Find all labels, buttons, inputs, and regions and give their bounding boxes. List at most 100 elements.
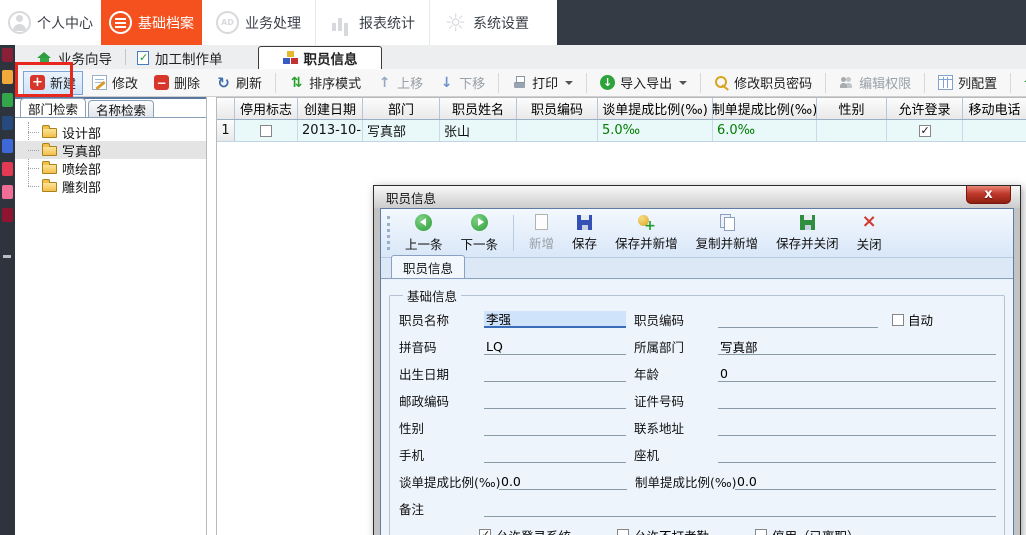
dock-icon-2[interactable] (2, 70, 13, 84)
save-and-close-button[interactable]: 保存并关闭 (767, 209, 848, 257)
close-button[interactable]: 关闭 (848, 209, 891, 257)
button-label: 下移 (459, 77, 486, 92)
tree-item-carve[interactable]: 雕刻部 (15, 177, 206, 196)
save-and-new-button[interactable]: 保存并新增 (606, 209, 687, 257)
remark-field[interactable] (484, 500, 996, 517)
printer-icon (512, 75, 527, 90)
edit-permissions-button[interactable]: 编辑权限 (832, 71, 918, 95)
age-field[interactable] (718, 365, 996, 382)
dock-icon-7[interactable] (2, 185, 13, 199)
pinyin-code-field[interactable] (484, 338, 626, 355)
add-new-button[interactable]: 新增 (520, 209, 563, 257)
department-field[interactable] (718, 338, 996, 355)
checkbox-label: 停用（已离职） (772, 526, 860, 535)
no-attendance-checkbox[interactable] (617, 529, 630, 535)
tab-employee-info-dialog[interactable]: 职员信息 (391, 255, 466, 278)
button-label: 保存 (572, 235, 598, 251)
arrow-right-circle-icon (470, 213, 488, 231)
new-button[interactable]: 新建 (23, 70, 84, 95)
tree-item-design[interactable]: 设计部 (15, 123, 206, 142)
talk-commission-field[interactable] (499, 473, 627, 490)
folder-icon (42, 179, 57, 192)
landline-field[interactable] (718, 446, 996, 463)
id-number-field[interactable] (718, 392, 996, 409)
dropdown-arrow-icon (565, 80, 574, 85)
dock-collapse-handle[interactable] (3, 255, 11, 258)
dock-icon-6[interactable] (2, 162, 13, 176)
change-password-button[interactable]: 修改职员密码 (707, 71, 819, 95)
move-down-button[interactable]: 下移 (432, 71, 492, 95)
tab-name-search[interactable]: 名称检索 (88, 100, 155, 118)
form-row: 拼音码 所属部门 (399, 333, 996, 360)
previous-record-button[interactable]: 上一条 (396, 209, 452, 257)
dock-icon-1[interactable] (2, 48, 13, 62)
employee-name-cell: 张山 (440, 120, 517, 141)
nav-item-personal[interactable]: 个人中心 (0, 0, 101, 45)
disabled-checkbox[interactable] (755, 529, 768, 535)
header-employee-name[interactable]: 职员姓名 (440, 98, 517, 119)
toolbar-separator (825, 72, 827, 93)
gender-field[interactable] (484, 419, 626, 436)
header-created-date[interactable]: 创建日期 (298, 98, 363, 119)
refresh-button[interactable]: 刷新 (209, 71, 269, 95)
header-employee-code[interactable]: 职员编码 (517, 98, 598, 119)
dock-icon-3[interactable] (2, 93, 13, 107)
allow-login-system-checkbox[interactable] (479, 528, 491, 535)
next-record-button[interactable]: 下一条 (452, 209, 508, 257)
tab-employee-info[interactable]: 职员信息 (258, 46, 382, 69)
allow-login-checkbox[interactable] (918, 124, 931, 137)
header-gender[interactable]: 性别 (817, 98, 887, 119)
delete-button[interactable]: 删除 (147, 71, 207, 95)
column-config-button[interactable]: 列配置 (931, 71, 1004, 95)
stop-flag-checkbox[interactable] (260, 124, 272, 137)
nav-item-business[interactable]: 业务处理 (202, 0, 315, 45)
save-button[interactable]: 保存 (563, 209, 606, 257)
copy-and-new-button[interactable]: 复制并新增 (687, 209, 768, 257)
folder-open-icon (42, 143, 57, 156)
header-allow-login[interactable]: 允许登录 (887, 98, 963, 119)
auto-code-checkbox[interactable] (892, 313, 904, 326)
import-export-button[interactable]: 导入导出 (593, 71, 694, 95)
table-row[interactable]: 1 2013-10-14 写真部 张山 5.0‰ 6.0‰ (217, 120, 1026, 142)
postal-code-field[interactable] (484, 392, 626, 409)
employee-name-field[interactable] (484, 311, 626, 328)
move-up-button[interactable]: 上移 (370, 71, 430, 95)
sort-mode-button[interactable]: 排序模式 (282, 71, 368, 95)
header-make-commission[interactable]: 制单提成比例(‰) (713, 98, 817, 119)
dock-icon-8[interactable] (2, 208, 13, 222)
header-department[interactable]: 部门 (363, 98, 440, 119)
header-talk-commission[interactable]: 谈单提成比例(‰) (598, 98, 713, 119)
tab-business-wizard[interactable]: 业务向导 (37, 47, 112, 69)
header-stop-flag[interactable]: 停用标志 (235, 98, 298, 119)
nav-item-reports[interactable]: 报表统计 (316, 0, 429, 45)
birth-date-field[interactable] (484, 365, 626, 382)
minus-icon (154, 75, 170, 90)
modify-button[interactable]: 修改 (85, 71, 145, 95)
tab-department-search[interactable]: 部门检索 (20, 98, 87, 117)
no-attendance-option: 允许不打考勤 (617, 526, 709, 535)
save-plus-icon (637, 214, 656, 234)
dock-icon-5[interactable] (2, 139, 13, 153)
exit-button[interactable]: 退出 (1017, 71, 1026, 95)
toolbar-separator (1010, 72, 1012, 93)
nav-item-settings[interactable]: 系统设置 (430, 0, 543, 45)
address-field[interactable] (718, 419, 996, 436)
panel-splitter[interactable] (206, 97, 217, 535)
header-mobile-phone[interactable]: 移动电话 (963, 98, 1026, 119)
tab-work-order[interactable]: 加工制作单 (137, 47, 223, 69)
employee-code-field[interactable] (718, 311, 878, 328)
dock-icon-4[interactable] (2, 116, 13, 130)
print-button[interactable]: 打印 (505, 71, 580, 95)
tree-item-spray[interactable]: 喷绘部 (15, 159, 206, 178)
edit-icon (92, 75, 108, 90)
users-icon (839, 75, 854, 90)
mobile-field[interactable] (484, 446, 626, 463)
field-label-remark: 备注 (399, 502, 425, 517)
nav-item-basic-archives[interactable]: 基础档案 (101, 0, 202, 45)
make-commission-field[interactable] (735, 473, 996, 490)
dialog-title-bar[interactable]: 职员信息 (374, 186, 1020, 208)
tree-item-photo[interactable]: 写真部 (15, 141, 206, 160)
dialog-close-button[interactable]: x (966, 186, 1011, 204)
dock-strip (0, 45, 15, 535)
disabled-option: 停用（已离职） (755, 526, 860, 535)
